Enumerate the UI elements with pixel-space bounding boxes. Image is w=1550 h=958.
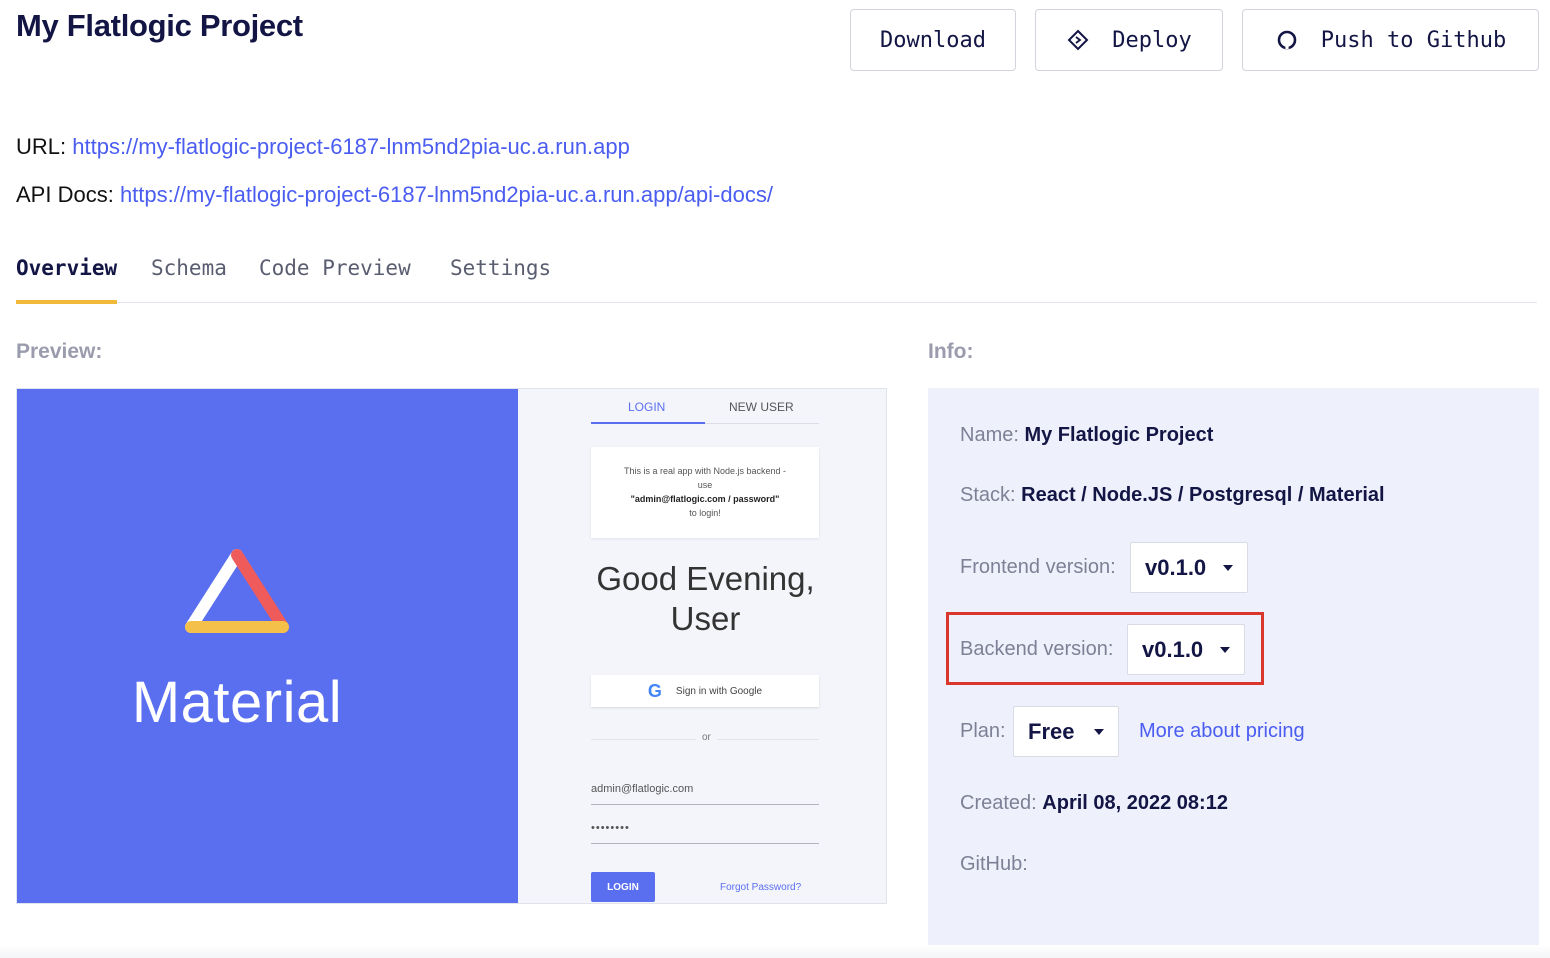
- tab-settings[interactable]: Settings: [450, 256, 551, 303]
- preview-notice-card: This is a real app with Node.js backend …: [591, 447, 819, 538]
- plan-value: Free: [1028, 718, 1075, 744]
- api-docs-line: API Docs: https://my-flatlogic-project-6…: [16, 182, 773, 208]
- preview-greeting: Good Evening, User: [596, 560, 815, 637]
- preview-login-button: LOGIN: [591, 872, 655, 902]
- info-created-row: Created: April 08, 2022 08:12: [960, 792, 1228, 815]
- info-heading: Info:: [928, 340, 974, 363]
- deploy-button-label: Deploy: [1112, 27, 1192, 53]
- preview-brand-panel: Material: [17, 389, 518, 903]
- brand-name: Material: [131, 670, 343, 735]
- plan-select[interactable]: Free: [1013, 706, 1119, 757]
- google-button-label: Sign in with Google: [675, 685, 763, 697]
- preview-forgot-link: Forgot Password?: [720, 882, 802, 893]
- tab-schema[interactable]: Schema: [151, 256, 227, 303]
- app-url-link[interactable]: https://my-flatlogic-project-6187-lnm5nd…: [72, 134, 630, 159]
- preview-login-tab: LOGIN: [628, 400, 666, 414]
- frontend-version-label: Frontend version:: [960, 556, 1116, 578]
- frontend-version-value: v0.1.0: [1145, 554, 1207, 580]
- push-to-github-button[interactable]: Push to Github: [1242, 9, 1539, 71]
- preview-tab-indicator: [591, 422, 705, 424]
- backend-version-select[interactable]: v0.1.0: [1127, 624, 1245, 675]
- material-logo-icon: [185, 549, 289, 633]
- api-docs-label: API Docs:: [16, 182, 114, 207]
- download-button[interactable]: Download: [850, 9, 1016, 71]
- preview-or-text: or: [696, 732, 717, 743]
- frontend-version-select[interactable]: v0.1.0: [1130, 542, 1248, 593]
- tab-code-preview[interactable]: Code Preview: [259, 256, 411, 303]
- notice-line: This is a real app with Node.js backend …: [623, 466, 787, 476]
- preview-image: Material LOGIN NEW USER This is a real a…: [16, 388, 887, 904]
- deploy-button[interactable]: Deploy: [1035, 9, 1223, 71]
- name-label: Name:: [960, 424, 1019, 446]
- preview-email-field: admin@flatlogic.com: [591, 783, 819, 805]
- preview-new-user-tab: NEW USER: [729, 400, 794, 414]
- created-label: Created:: [960, 792, 1037, 814]
- deploy-diamond-icon: [1066, 28, 1090, 52]
- stack-label: Stack:: [960, 484, 1016, 506]
- chevron-down-icon: [1094, 729, 1104, 735]
- preview-password-field: ••••••••: [591, 822, 819, 844]
- notice-line: to login!: [689, 508, 721, 518]
- url-label: URL:: [16, 134, 67, 159]
- preview-login-panel: LOGIN NEW USER This is a real app with N…: [518, 389, 886, 903]
- preview-tab-divider: [705, 423, 819, 424]
- download-button-label: Download: [880, 27, 986, 53]
- backend-version-value: v0.1.0: [1142, 636, 1204, 662]
- stack-value: React / Node.JS / Postgresql / Material: [1021, 484, 1385, 506]
- plan-label: Plan:: [960, 720, 1006, 742]
- backend-version-label: Backend version:: [960, 638, 1114, 660]
- google-icon: G: [647, 680, 662, 701]
- project-name: My Flatlogic Project: [1024, 424, 1214, 446]
- created-value: April 08, 2022 08:12: [1042, 792, 1228, 814]
- info-panel: Name: My Flatlogic Project Stack: React …: [928, 388, 1539, 946]
- api-docs-link[interactable]: https://my-flatlogic-project-6187-lnm5nd…: [120, 182, 773, 207]
- info-stack-row: Stack: React / Node.JS / Postgresql / Ma…: [960, 484, 1385, 507]
- notice-line: "admin@flatlogic.com / password": [630, 494, 780, 504]
- pricing-link[interactable]: More about pricing: [1139, 720, 1305, 743]
- url-line: URL: https://my-flatlogic-project-6187-l…: [16, 134, 630, 160]
- notice-line: use: [697, 480, 713, 490]
- tab-bar: Overview Schema Code Preview Settings: [16, 256, 1537, 304]
- preview-google-button: G Sign in with Google: [591, 675, 819, 707]
- info-name-row: Name: My Flatlogic Project: [960, 424, 1213, 447]
- preview-heading: Preview:: [16, 340, 103, 363]
- chevron-down-icon: [1223, 565, 1233, 571]
- tab-overview[interactable]: Overview: [16, 256, 118, 304]
- page-title: My Flatlogic Project: [16, 8, 303, 43]
- push-to-github-label: Push to Github: [1320, 27, 1507, 53]
- chevron-down-icon: [1220, 647, 1230, 653]
- github-icon: [1275, 28, 1299, 52]
- github-label: GitHub:: [960, 853, 1028, 875]
- page-bottom-edge: [0, 945, 1550, 958]
